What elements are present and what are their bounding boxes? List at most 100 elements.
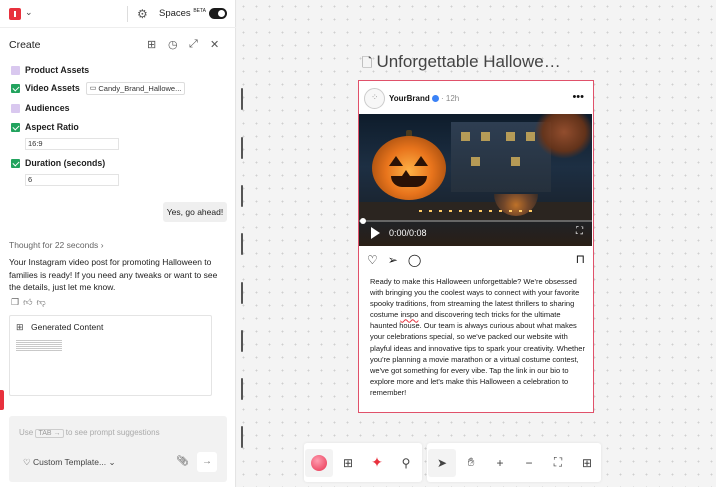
comment-icon[interactable]: ◯ <box>408 253 421 267</box>
canvas[interactable]: 🗋Unforgettable Hallowe… YourBrand · 12h … <box>237 0 716 487</box>
folder-icon <box>11 65 20 75</box>
cursor-icon: ➤ <box>436 455 448 470</box>
ledge-image <box>359 202 592 222</box>
post-caption: Ready to make this Halloween unforgettab… <box>370 277 585 397</box>
history-icon[interactable]: ◷ <box>168 38 178 51</box>
fullscreen-icon[interactable]: ⛶ <box>576 226 583 237</box>
pumpkin-image <box>372 136 446 200</box>
instagram-post[interactable]: YourBrand · 12h ••• 0:00/0:08 <box>358 80 594 413</box>
aspect-ratio-field[interactable]: 16:9 <box>25 138 119 150</box>
creation-toolbar: ⊞ ✦ ⚲ <box>304 443 422 482</box>
video-asset-chip[interactable]: ▭ Candy_Brand_Hallowe... <box>85 81 186 95</box>
folder-icon <box>11 103 20 113</box>
canvas-toolbar: ➤ ✋︎ + − ⛶ ⊞ <box>427 443 601 482</box>
video-progress-bar[interactable] <box>359 220 592 222</box>
custom-template-select[interactable]: ♡ Custom Template... ⌄ <box>23 457 116 468</box>
play-icon[interactable] <box>371 227 380 239</box>
sparkle-icon: ✦ <box>371 454 383 470</box>
resize-handle[interactable] <box>241 378 243 400</box>
select-tool-button[interactable]: ➤ <box>428 448 456 477</box>
checkbox-checked-icon[interactable] <box>11 83 20 93</box>
resize-handle[interactable] <box>241 137 243 159</box>
video-time: 0:00/0:08 <box>389 228 427 238</box>
side-tab[interactable] <box>0 390 4 410</box>
resize-handle[interactable] <box>241 233 243 255</box>
gear-icon[interactable]: ⚙ <box>137 7 148 21</box>
close-icon[interactable]: ✕ <box>210 38 219 51</box>
verified-icon <box>431 95 439 102</box>
grid-icon: ⊞ <box>16 322 24 332</box>
grid-view-button[interactable]: ⊞ <box>573 449 601 477</box>
expand-icon[interactable]: ⤢ <box>189 38 198 51</box>
video-player[interactable]: 0:00/0:08 ⛶ <box>359 114 592 246</box>
asset-row-aspect-ratio[interactable]: Aspect Ratio <box>11 120 79 134</box>
add-page-button[interactable]: ⊞ <box>334 449 362 477</box>
spaces-label: Spaces BETA <box>159 8 207 20</box>
thumbs-up-icon[interactable]: 👍︎ <box>23 297 36 307</box>
document-title[interactable]: 🗋 Unforgettable Hallowe… <box>362 52 561 76</box>
chevron-down-icon: ⌄ <box>108 457 116 467</box>
video-icon: ▭ <box>89 85 97 92</box>
resize-handle[interactable] <box>241 282 243 304</box>
minus-icon: − <box>525 455 533 470</box>
prompt-box[interactable]: Use TAB → to see prompt suggestions ♡ Cu… <box>9 416 227 482</box>
brand-name: YourBrand · 12h <box>389 94 460 103</box>
pumpkin-mouth <box>391 176 427 187</box>
add-panel-icon[interactable]: ⊞ <box>147 38 156 51</box>
top-bar: ⌄ ⚙ Spaces BETA <box>0 0 236 28</box>
zoom-out-button[interactable]: − <box>515 449 543 477</box>
spaces-toggle[interactable] <box>209 8 227 19</box>
content-thumbnail[interactable] <box>16 340 62 352</box>
send-icon[interactable]: ➢ <box>388 253 398 267</box>
asset-row-video[interactable]: Video Assets ▭ Candy_Brand_Hallowe... <box>11 81 186 95</box>
sparkle-button[interactable]: ✦ <box>363 449 391 477</box>
search-icon: ⚲ <box>401 455 411 470</box>
attach-icon[interactable]: 📎︎ <box>176 456 189 467</box>
ai-orb-button[interactable] <box>305 448 333 477</box>
search-button[interactable]: ⚲ <box>392 449 420 477</box>
pan-tool-button[interactable]: ✋︎ <box>457 449 485 477</box>
zoom-in-button[interactable]: + <box>486 449 514 477</box>
fit-screen-icon: ⛶ <box>553 455 563 469</box>
resize-handle[interactable] <box>241 330 243 352</box>
divider <box>127 6 128 22</box>
assistant-reply: Your Instagram video post for promoting … <box>9 257 218 292</box>
asset-row-duration[interactable]: Duration (seconds) <box>11 156 105 170</box>
asset-row-product[interactable]: Product Assets <box>11 63 89 77</box>
resize-handle[interactable] <box>241 426 243 448</box>
bookmark-icon[interactable]: ⊓ <box>576 252 585 266</box>
add-page-icon: ⊞ <box>342 455 354 470</box>
hand-icon: ✋︎ <box>467 455 475 469</box>
feedback-icons: ❐👍︎👎︎ <box>11 297 50 308</box>
asset-row-audiences[interactable]: Audiences <box>11 101 70 115</box>
avatar[interactable] <box>364 88 385 109</box>
tree-image <box>534 114 592 159</box>
resize-handle[interactable] <box>241 185 243 207</box>
plus-icon: + <box>496 455 504 470</box>
thumbs-down-icon[interactable]: 👎︎ <box>36 297 49 307</box>
thought-toggle[interactable]: Thought for 22 seconds › <box>9 240 104 250</box>
post-header: YourBrand · 12h ••• <box>359 81 593 114</box>
post-actions: ♡ ➢ ◯ <box>367 253 431 267</box>
checkbox-checked-icon[interactable] <box>11 122 20 132</box>
generated-content-card[interactable]: ⊞ Generated Content <box>9 315 212 396</box>
chevron-down-icon[interactable]: ⌄ <box>25 7 33 18</box>
user-message: Yes, go ahead! <box>163 202 227 222</box>
copy-icon[interactable]: ❐ <box>11 297 23 307</box>
send-button[interactable]: → <box>197 452 217 472</box>
prompt-placeholder: Use TAB → to see prompt suggestions <box>19 428 160 438</box>
app-logo[interactable] <box>9 8 21 20</box>
checkbox-checked-icon[interactable] <box>11 158 20 168</box>
video-scrubber[interactable] <box>360 218 366 224</box>
heart-icon[interactable]: ♡ <box>367 253 378 267</box>
generated-content-label: Generated Content <box>31 322 104 332</box>
duration-field[interactable]: 6 <box>25 174 119 186</box>
resize-handle[interactable] <box>241 88 243 110</box>
grid-icon: ⊞ <box>581 455 593 470</box>
more-options-icon[interactable]: ••• <box>572 91 584 103</box>
fit-screen-button[interactable]: ⛶ <box>544 449 572 477</box>
left-panel: ⌄ ⚙ Spaces BETA Create ⊞ ◷ ⤢ ✕ Product A… <box>0 0 236 487</box>
chevron-right-icon: › <box>100 240 104 250</box>
template-icon: ♡ <box>23 457 31 467</box>
string-lights <box>419 210 539 212</box>
